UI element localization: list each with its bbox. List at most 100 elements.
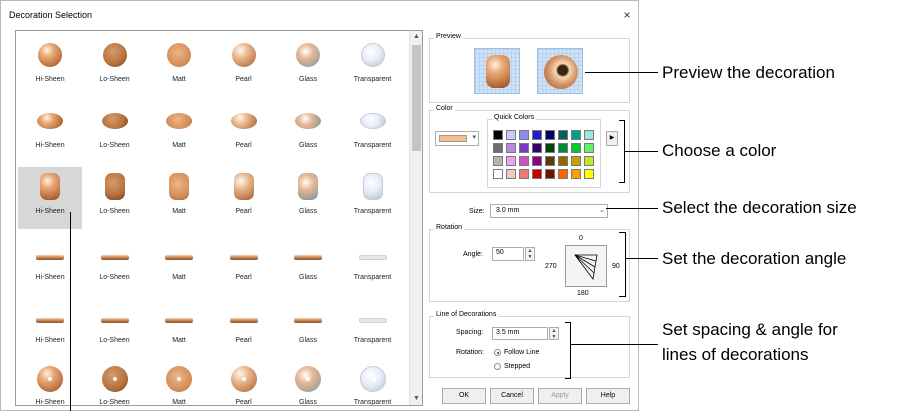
angle-spinner[interactable]: ▲ ▼: [525, 247, 535, 261]
decoration-item-label: Pearl: [235, 76, 252, 83]
dial-triangle-icon: [574, 254, 598, 280]
decoration-item[interactable]: Transparent: [341, 233, 405, 295]
decoration-thumbnail: [38, 43, 62, 67]
scroll-up-icon[interactable]: ▲: [410, 31, 422, 43]
decoration-item[interactable]: Hi-Sheen: [18, 167, 82, 229]
decoration-item-label: Pearl: [235, 208, 252, 215]
quick-color-swatch[interactable]: [584, 143, 594, 153]
radio-stepped[interactable]: [494, 363, 501, 370]
decoration-item[interactable]: Hi-Sheen: [18, 358, 82, 405]
decoration-item[interactable]: Transparent: [341, 358, 405, 405]
decoration-item[interactable]: Hi-Sheen: [18, 233, 82, 295]
decoration-item[interactable]: Matt: [147, 35, 211, 97]
dial-label-top: 0: [579, 235, 583, 242]
decoration-item[interactable]: Hi-Sheen: [18, 35, 82, 97]
quick-color-swatch[interactable]: [506, 156, 516, 166]
quick-color-swatch[interactable]: [545, 169, 555, 179]
quick-color-swatch[interactable]: [584, 130, 594, 140]
help-button[interactable]: Help: [586, 388, 630, 404]
decoration-thumbnail: [360, 43, 385, 67]
decoration-thumbnail: [40, 173, 60, 200]
quick-color-swatch[interactable]: [558, 169, 568, 179]
spacing-spinner[interactable]: ▲ ▼: [549, 327, 559, 340]
quick-color-swatch[interactable]: [571, 143, 581, 153]
quick-color-swatch[interactable]: [519, 169, 529, 179]
quick-color-swatch[interactable]: [558, 130, 568, 140]
quick-color-swatch[interactable]: [532, 143, 542, 153]
quick-color-swatch[interactable]: [532, 156, 542, 166]
decoration-item[interactable]: Lo-Sheen: [83, 233, 147, 295]
decoration-item[interactable]: Matt: [147, 167, 211, 229]
gallery-scrollbar[interactable]: ▲ ▼: [409, 31, 422, 405]
decoration-item[interactable]: Pearl: [212, 296, 276, 358]
quick-color-swatch[interactable]: [532, 130, 542, 140]
quick-color-swatch[interactable]: [519, 130, 529, 140]
decoration-thumbnail: [359, 113, 386, 129]
quick-color-swatch[interactable]: [519, 156, 529, 166]
decoration-item-label: Transparent: [353, 274, 392, 281]
quick-color-swatch[interactable]: [493, 169, 503, 179]
decoration-item[interactable]: Lo-Sheen: [83, 358, 147, 405]
apply-button[interactable]: Apply: [538, 388, 582, 404]
quick-color-swatch[interactable]: [532, 169, 542, 179]
quick-color-swatch[interactable]: [506, 130, 516, 140]
quick-color-swatch[interactable]: [506, 143, 516, 153]
quick-color-swatch[interactable]: [584, 156, 594, 166]
scroll-thumb[interactable]: [412, 45, 421, 151]
decoration-item[interactable]: Transparent: [341, 101, 405, 163]
quick-color-swatch[interactable]: [558, 156, 568, 166]
quick-color-swatch[interactable]: [558, 143, 568, 153]
callout-bracket-angle: [625, 232, 626, 297]
angle-dial[interactable]: [565, 245, 607, 287]
decoration-item[interactable]: Glass: [276, 167, 340, 229]
current-color-picker[interactable]: ▾: [435, 131, 479, 146]
size-select[interactable]: 3.0 mm ⌄: [490, 204, 608, 218]
decoration-item[interactable]: Hi-Sheen: [18, 296, 82, 358]
decoration-item[interactable]: Lo-Sheen: [83, 35, 147, 97]
decoration-item[interactable]: Glass: [276, 296, 340, 358]
quick-color-swatch[interactable]: [571, 156, 581, 166]
decoration-item[interactable]: Transparent: [341, 296, 405, 358]
quick-color-swatch[interactable]: [545, 130, 555, 140]
ok-button[interactable]: OK: [442, 388, 486, 404]
decoration-item[interactable]: Matt: [147, 101, 211, 163]
quick-color-swatch[interactable]: [519, 143, 529, 153]
decoration-item[interactable]: Matt: [147, 358, 211, 405]
decoration-item[interactable]: Transparent: [341, 167, 405, 229]
decoration-item[interactable]: Glass: [276, 358, 340, 405]
dialog-title: Decoration Selection: [9, 10, 93, 20]
decoration-item[interactable]: Matt: [147, 296, 211, 358]
quick-color-swatch[interactable]: [493, 156, 503, 166]
decoration-item[interactable]: Pearl: [212, 358, 276, 405]
quick-color-swatch[interactable]: [545, 143, 555, 153]
more-colors-button[interactable]: ▶: [606, 131, 618, 146]
decoration-item[interactable]: Glass: [276, 35, 340, 97]
decoration-item[interactable]: Hi-Sheen: [18, 101, 82, 163]
decoration-item[interactable]: Pearl: [212, 35, 276, 97]
decoration-item[interactable]: Glass: [276, 101, 340, 163]
decoration-item[interactable]: Pearl: [212, 167, 276, 229]
decoration-item[interactable]: Lo-Sheen: [83, 167, 147, 229]
decoration-item[interactable]: Pearl: [212, 101, 276, 163]
decoration-item[interactable]: Lo-Sheen: [83, 296, 147, 358]
close-icon[interactable]: ×: [619, 7, 635, 23]
quick-color-swatch[interactable]: [571, 169, 581, 179]
spacing-input[interactable]: 3.5 mm: [492, 327, 548, 340]
quick-color-swatch[interactable]: [506, 169, 516, 179]
decoration-item[interactable]: Matt: [147, 233, 211, 295]
quick-color-swatch[interactable]: [493, 130, 503, 140]
cancel-button[interactable]: Cancel: [490, 388, 534, 404]
decoration-item[interactable]: Transparent: [341, 35, 405, 97]
quick-color-swatch[interactable]: [584, 169, 594, 179]
decoration-item-label: Hi-Sheen: [35, 337, 65, 344]
scroll-down-icon[interactable]: ▼: [410, 393, 422, 405]
angle-input[interactable]: 50: [492, 247, 524, 261]
decoration-item[interactable]: Pearl: [212, 233, 276, 295]
decoration-item[interactable]: Lo-Sheen: [83, 101, 147, 163]
radio-follow-line[interactable]: [494, 349, 501, 356]
decoration-item[interactable]: Glass: [276, 233, 340, 295]
quick-color-swatch[interactable]: [493, 143, 503, 153]
quick-color-swatch[interactable]: [545, 156, 555, 166]
callout-bracket-color-bottom: [619, 182, 625, 183]
quick-color-swatch[interactable]: [571, 130, 581, 140]
